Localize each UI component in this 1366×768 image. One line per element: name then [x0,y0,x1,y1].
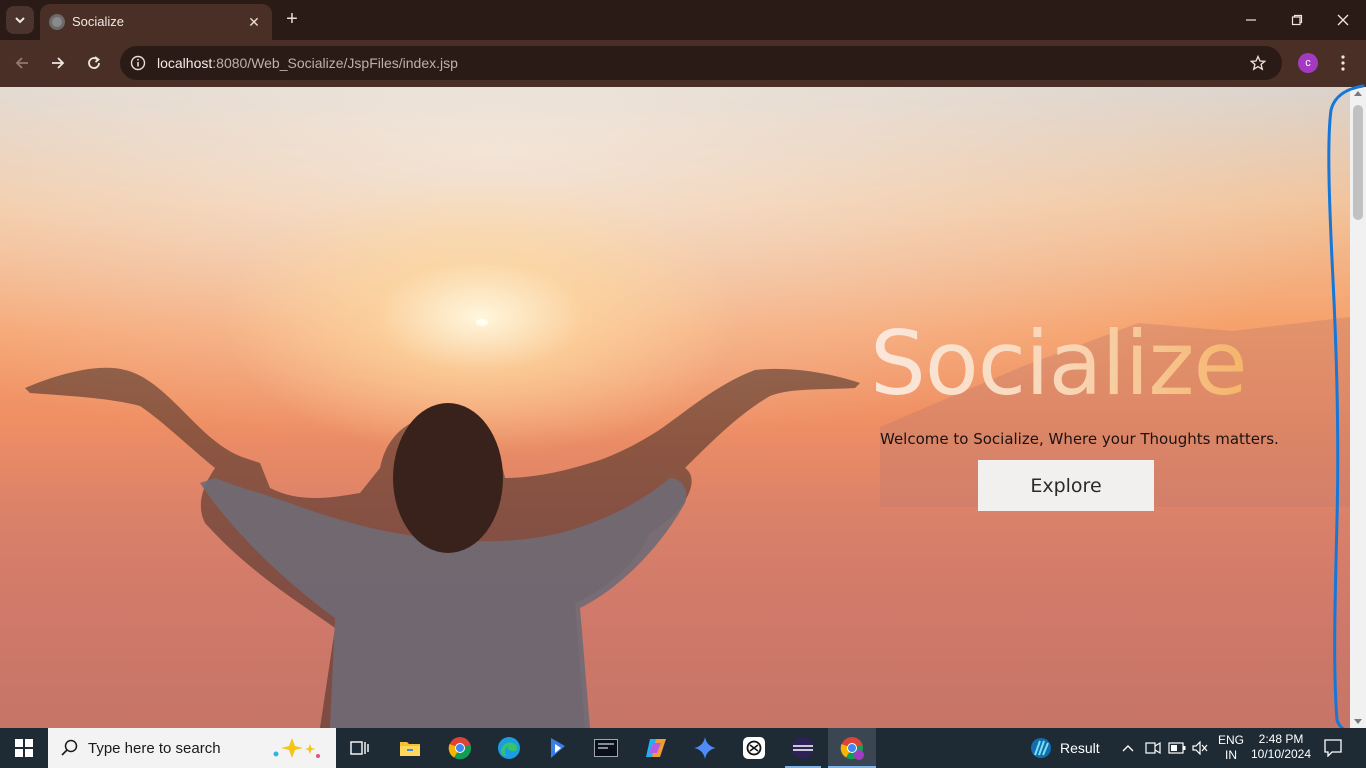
tab-title: Socialize [72,14,125,29]
restore-icon [1291,14,1303,26]
clock-time: 2:48 PM [1258,732,1304,746]
camera-icon[interactable] [1145,741,1161,755]
hero-subtitle: Welcome to Socialize, Where your Thought… [880,430,1279,448]
scrollbar-annotation-outline [1327,84,1366,735]
notifications-icon[interactable] [1324,739,1342,757]
edge-icon[interactable] [489,732,529,764]
minimize-button[interactable] [1228,6,1274,34]
chrome-profile-active[interactable] [828,728,876,768]
url-text: localhost:8080/Web_Socialize/JspFiles/in… [157,55,458,71]
gemini-icon[interactable] [685,732,725,764]
tab-socialize[interactable]: Socialize ✕ [40,4,272,40]
close-window-button[interactable] [1320,6,1366,34]
sun [476,319,488,326]
chrome-profile-icon [840,737,864,760]
bookmark-star-icon[interactable] [1248,53,1268,73]
globe-icon [49,14,65,30]
arrow-left-icon [15,57,28,69]
new-tab-button[interactable]: + [280,8,304,32]
url-path: :8080/Web_Socialize/JspFiles/index.jsp [212,55,458,71]
forward-button[interactable] [43,48,73,78]
sparkle-icon [273,738,320,758]
restore-button[interactable] [1274,6,1320,34]
language-top: ENG [1217,733,1244,747]
minimize-icon [1246,19,1256,21]
taskbar-search-box[interactable]: Type here to search [48,728,336,768]
search-placeholder: Type here to search [88,740,221,757]
arrow-right-icon [52,57,65,69]
windows-logo-icon [15,739,33,757]
terminal-app-icon[interactable] [586,732,626,764]
hero-title: Socialize [870,312,1248,415]
copilot-blue-icon[interactable] [538,732,578,764]
copilot-icon[interactable] [636,732,676,764]
browser-menu-button[interactable] [1332,52,1354,74]
battery-icon[interactable] [1168,742,1186,754]
language-bottom: IN [1225,748,1237,762]
hero-section: Socialize Welcome to Socialize, Where yo… [0,87,1350,728]
clock-date: 10/10/2024 [1250,747,1312,761]
eclipse-icon[interactable] [783,732,823,764]
back-button[interactable] [7,48,37,78]
chevron-down-icon [15,17,25,24]
chatgpt-icon[interactable] [734,732,774,764]
file-explorer-icon[interactable] [390,732,430,764]
tab-search-button[interactable] [6,6,34,34]
url-host: localhost [157,55,213,71]
reload-button[interactable] [79,48,109,78]
language-indicator[interactable]: ENG IN [1214,733,1248,763]
site-info-icon[interactable] [128,53,148,73]
more-vert-icon [1341,55,1345,71]
cricket-result-icon[interactable] [1030,737,1052,759]
address-bar[interactable]: localhost:8080/Web_Socialize/JspFiles/in… [120,46,1282,80]
task-view-icon[interactable] [340,732,380,764]
browser-tab-strip: Socialize ✕ + [0,0,1366,40]
close-icon [1337,14,1349,26]
speaker-muted-icon[interactable] [1192,741,1208,755]
windows-taskbar: Type here to search Result ENG IN 2:48 P… [0,728,1366,768]
browser-toolbar: localhost:8080/Web_Socialize/JspFiles/in… [0,40,1366,87]
clock[interactable]: 2:48 PM 10/10/2024 [1250,732,1312,762]
chevron-up-icon[interactable] [1122,744,1134,752]
explore-button[interactable]: Explore [978,460,1154,511]
chrome-icon[interactable] [440,732,480,764]
start-button[interactable] [0,728,48,768]
close-tab-icon[interactable]: ✕ [244,12,264,32]
result-label[interactable]: Result [1060,740,1100,756]
hero-person-image [25,367,860,728]
reload-icon [88,56,100,69]
profile-avatar[interactable]: c [1298,53,1318,73]
search-icon [61,739,78,756]
